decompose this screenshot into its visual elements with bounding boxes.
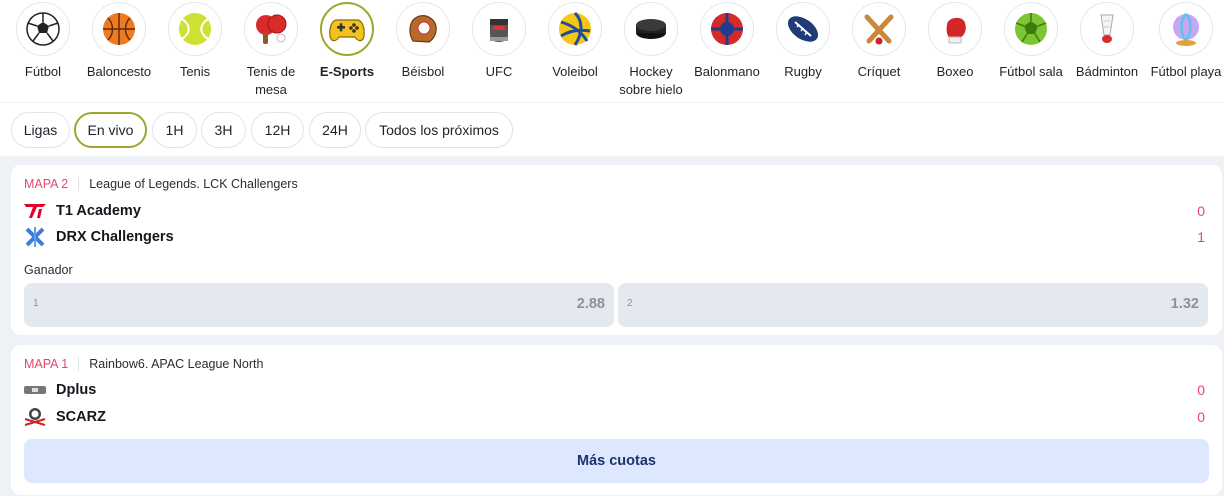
- match-card[interactable]: MAPA 2 League of Legends. LCK Challenger…: [11, 165, 1222, 335]
- basketball-icon: [103, 13, 135, 45]
- drx-logo-icon: [24, 226, 46, 248]
- sport-label: Boxeo: [936, 64, 974, 79]
- team-name: SCARZ: [56, 409, 106, 425]
- team-score: 0: [1197, 382, 1205, 398]
- volleyball-icon: [559, 11, 591, 46]
- sport-label: Fútbol playa: [1150, 64, 1222, 79]
- team-name: T1 Academy: [56, 203, 141, 219]
- sport-futbol-sala[interactable]: Fútbol sala: [993, 2, 1069, 81]
- odd-button-1[interactable]: 1 2.88: [24, 283, 614, 327]
- sport-badminton[interactable]: Bádminton: [1069, 2, 1145, 81]
- league-name: League of Legends. LCK Challengers: [89, 177, 298, 191]
- sports-bar: Fútbol Baloncesto Tenis Tenis de mesa E-…: [0, 0, 1224, 102]
- team-name: DRX Challengers: [56, 229, 174, 245]
- filter-en-vivo[interactable]: En vivo: [74, 112, 147, 148]
- filter-24h[interactable]: 24H: [309, 112, 361, 148]
- sport-balonmano[interactable]: Balonmano: [689, 2, 765, 81]
- sport-label: Hockey sobre hielo: [619, 64, 683, 97]
- sport-label: Fútbol sala: [999, 64, 1063, 79]
- tennis-ball-icon: [179, 13, 211, 45]
- odd-value: 2.88: [576, 296, 605, 312]
- time-filter-bar: Ligas En vivo 1H 3H 12H 24H Todos los pr…: [0, 102, 1224, 156]
- cricket-bats-icon: [864, 14, 894, 45]
- sport-futbol-playa[interactable]: Fútbol playa: [1148, 2, 1224, 81]
- sport-tenis[interactable]: Tenis: [157, 2, 233, 81]
- filter-ligas[interactable]: Ligas: [11, 112, 70, 148]
- odd-outcome-number: 2: [627, 298, 633, 309]
- match-header: MAPA 1 Rainbow6. APAC League North: [24, 357, 263, 371]
- boxing-glove-icon: [946, 17, 966, 44]
- sport-hockey-sobre-hielo[interactable]: Hockey sobre hielo: [613, 2, 689, 99]
- league-name: Rainbow6. APAC League North: [89, 357, 264, 371]
- match-card[interactable]: MAPA 1 Rainbow6. APAC League North Dplus…: [11, 345, 1222, 495]
- map-tag: MAPA 2: [24, 177, 80, 191]
- sport-label: Balonmano: [694, 64, 760, 79]
- odd-button-2[interactable]: 2 1.32: [618, 283, 1208, 327]
- sport-label: Rugby: [784, 64, 822, 79]
- sport-beisbol[interactable]: Béisbol: [385, 2, 461, 81]
- sport-label: Tenis: [179, 64, 211, 79]
- market-label: Ganador: [24, 263, 73, 277]
- sport-voleibol[interactable]: Voleibol: [537, 2, 613, 81]
- scarz-logo-icon: [24, 406, 46, 428]
- team-row: SCARZ 0: [24, 405, 1209, 429]
- team-score: 1: [1197, 229, 1205, 245]
- filter-3h[interactable]: 3H: [201, 112, 246, 148]
- sport-label: E-Sports: [319, 64, 375, 79]
- sport-label: Críquet: [857, 64, 901, 79]
- dplus-logo-icon: [24, 379, 46, 401]
- sport-label: Bádminton: [1075, 64, 1139, 79]
- futsal-ball-icon: [1015, 13, 1047, 45]
- sport-label: Voleibol: [552, 64, 598, 79]
- sport-label: Béisbol: [401, 64, 445, 79]
- rugby-ball-icon: [787, 16, 819, 42]
- odd-value: 1.32: [1170, 296, 1199, 312]
- team-score: 0: [1197, 409, 1205, 425]
- match-header: MAPA 2 League of Legends. LCK Challenger…: [24, 177, 298, 191]
- sport-rugby[interactable]: Rugby: [765, 2, 841, 81]
- sport-criquet[interactable]: Críquet: [841, 2, 917, 81]
- sport-baloncesto[interactable]: Baloncesto: [81, 2, 157, 81]
- ping-pong-icon: [256, 14, 287, 44]
- sport-label: Tenis de mesa: [246, 64, 296, 97]
- shuttlecock-icon: [1100, 14, 1114, 43]
- sport-boxeo[interactable]: Boxeo: [917, 2, 993, 81]
- mma-glove-icon: [490, 19, 508, 42]
- filter-1h[interactable]: 1H: [152, 112, 197, 148]
- sport-label: UFC: [485, 64, 513, 79]
- team-row: DRX Challengers 1: [24, 225, 1209, 249]
- map-tag: MAPA 1: [24, 357, 80, 371]
- sport-label: Fútbol: [24, 64, 62, 79]
- handball-icon: [711, 13, 743, 45]
- filter-todos-los-proximos[interactable]: Todos los próximos: [365, 112, 513, 148]
- team-name: Dplus: [56, 382, 97, 398]
- sport-label: Baloncesto: [86, 64, 152, 79]
- odd-outcome-number: 1: [33, 298, 39, 309]
- team-row: T1 Academy 0: [24, 199, 1209, 223]
- sport-e-sports[interactable]: E-Sports: [309, 2, 385, 81]
- t1-logo-icon: [24, 200, 46, 222]
- team-score: 0: [1197, 203, 1205, 219]
- beach-ball-icon: [1173, 13, 1199, 46]
- team-row: Dplus 0: [24, 378, 1209, 402]
- sport-futbol[interactable]: Fútbol: [5, 2, 81, 81]
- sport-ufc[interactable]: UFC: [461, 2, 537, 81]
- sport-tenis-de-mesa[interactable]: Tenis de mesa: [233, 2, 309, 99]
- filter-12h[interactable]: 12H: [251, 112, 304, 148]
- hockey-puck-icon: [636, 19, 666, 39]
- soccer-ball-icon: [26, 12, 60, 46]
- gamepad-icon: [329, 19, 365, 42]
- baseball-glove-icon: [409, 15, 437, 43]
- more-odds-button[interactable]: Más cuotas: [24, 439, 1209, 483]
